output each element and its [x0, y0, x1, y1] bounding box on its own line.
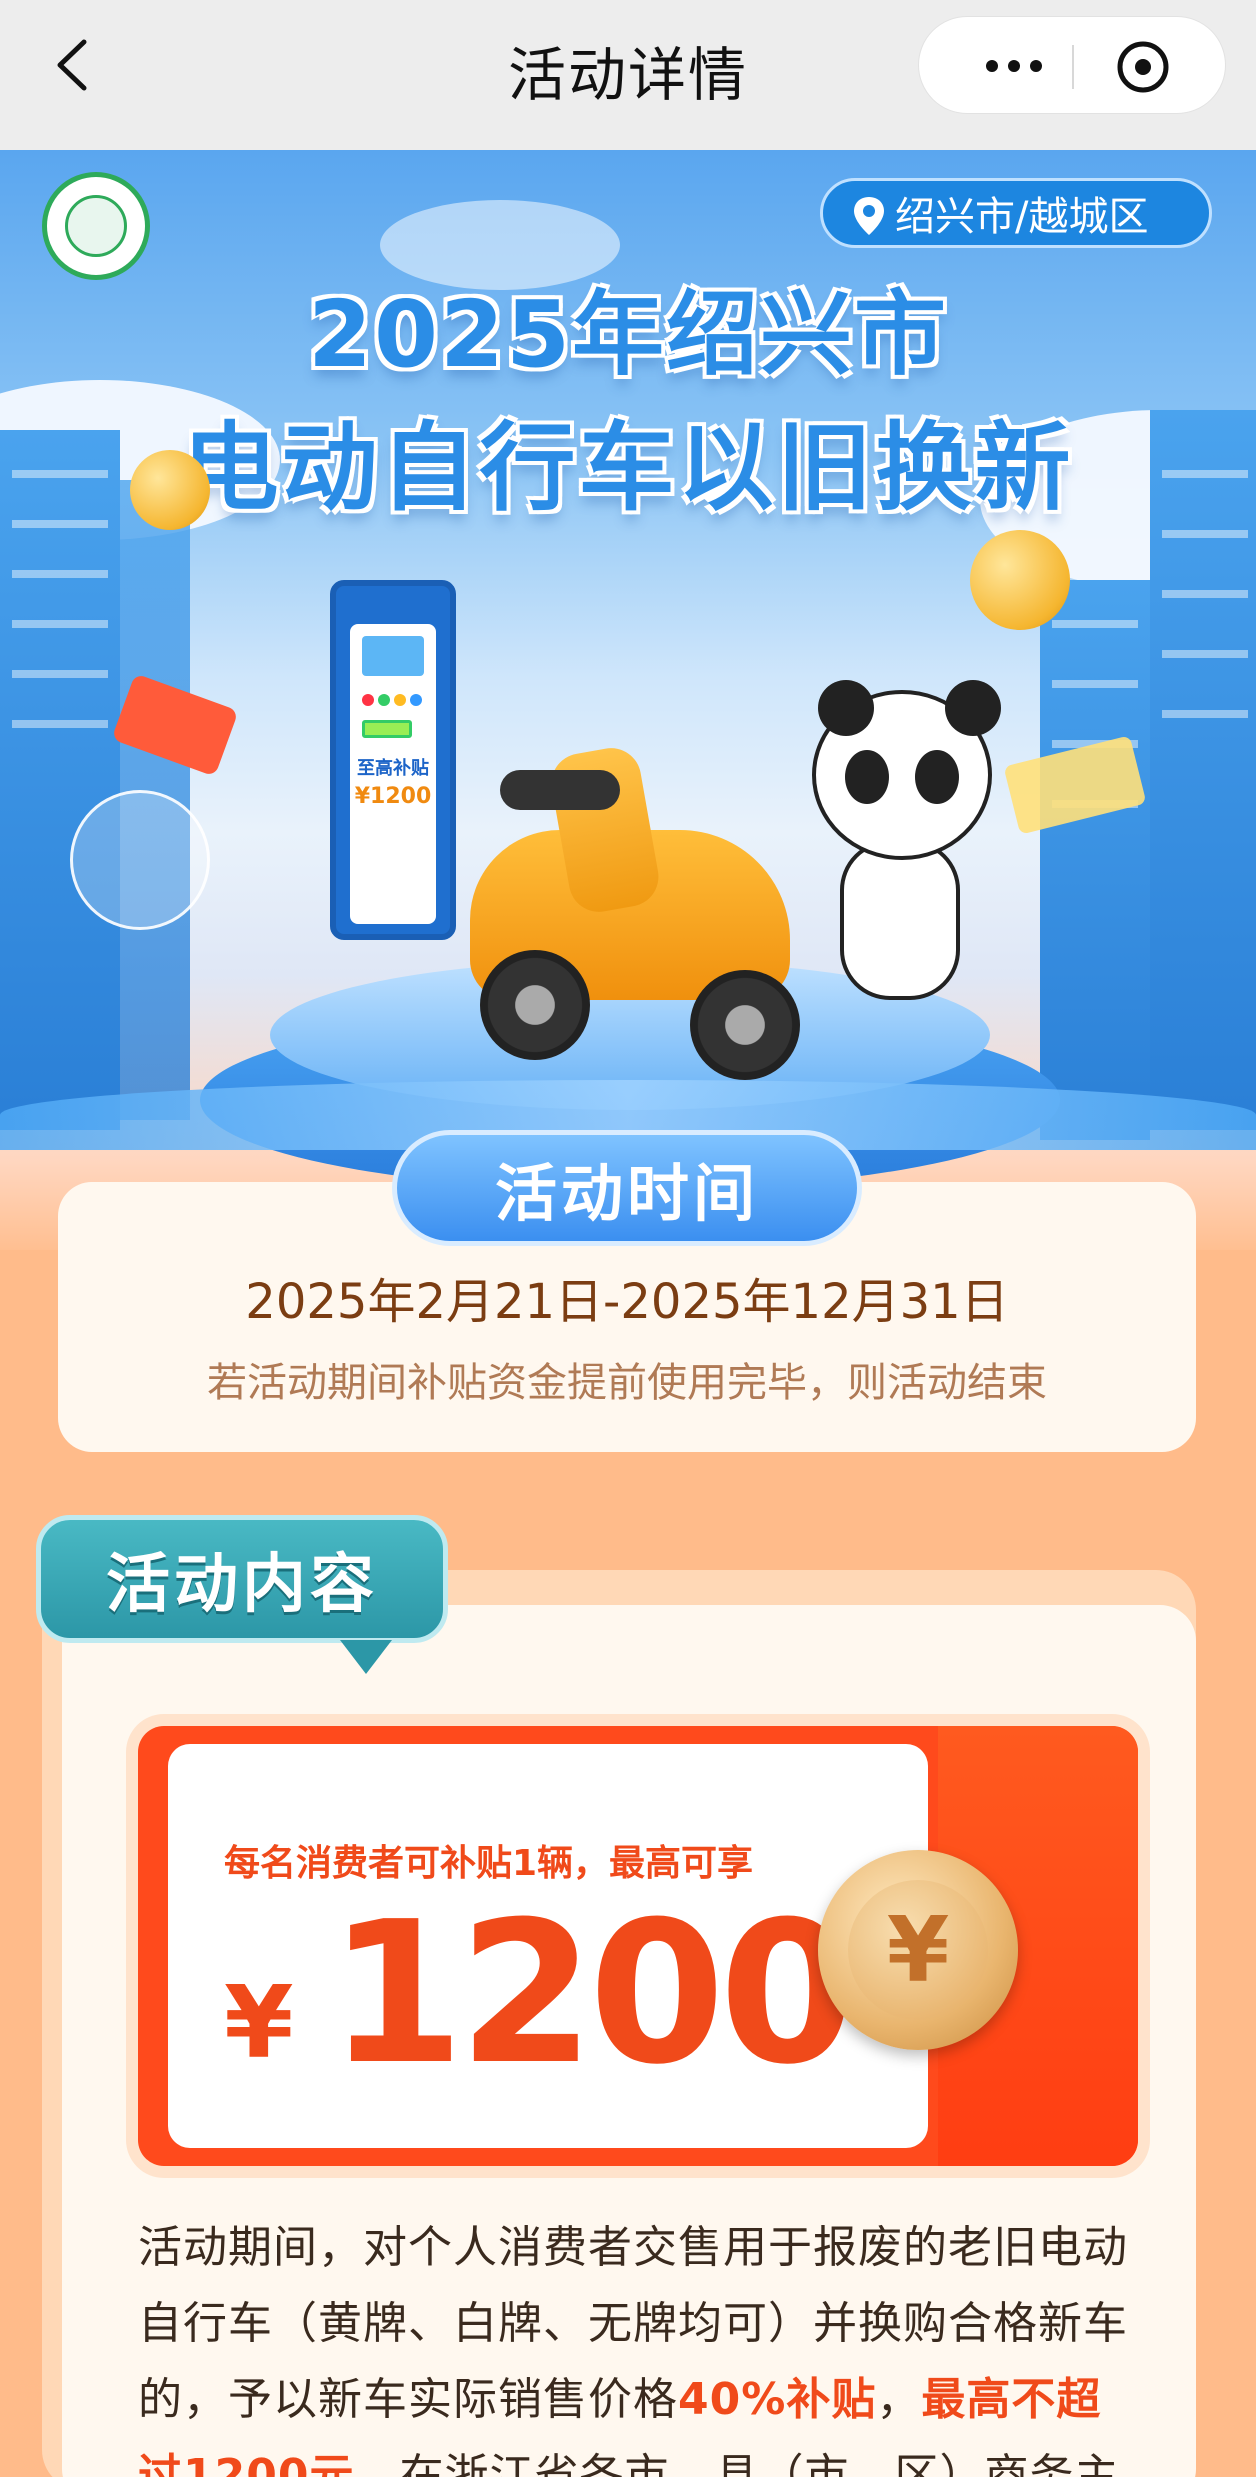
building-decoration — [0, 430, 120, 1130]
activity-description: 活动期间，对个人消费者交售用于报废的老旧电动自行车（黄牌、白牌、无牌均可）并换购… — [138, 2210, 1138, 2477]
mini-program-capsule — [918, 16, 1226, 114]
coupon-body: 每名消费者可补贴1辆，最高可享 ¥ 1200 — [168, 1744, 928, 2148]
close-icon[interactable] — [1115, 39, 1171, 95]
charging-kiosk: 至高补贴 ¥1200 — [330, 580, 456, 940]
description-text: ， — [876, 2374, 922, 2425]
coupon-amount: 1200 — [328, 1880, 856, 2108]
bubble-decoration — [70, 790, 210, 930]
coin-icon — [970, 530, 1070, 630]
activity-time-note: 若活动期间补贴资金提前使用完毕，则活动结束 — [207, 1360, 1047, 1406]
header-pointer — [340, 1640, 392, 1674]
activity-time-header: 活动时间 — [392, 1130, 862, 1246]
coin-icon — [130, 450, 210, 530]
capsule-divider — [1072, 45, 1074, 89]
activity-date-range: 2025年2月21日-2025年12月31日 — [245, 1274, 1009, 1330]
subsidy-coupon: 每名消费者可补贴1辆，最高可享 ¥ 1200 ¥ — [138, 1726, 1138, 2166]
building-decoration — [1040, 580, 1150, 1140]
nav-bar: 活动详情 — [0, 0, 1256, 150]
subsidy-rate-highlight: 40%补贴 — [678, 2374, 877, 2425]
yuan-coin-icon: ¥ — [818, 1850, 1018, 2050]
coupon-subtitle: 每名消费者可补贴1辆，最高可享 — [224, 1843, 754, 1884]
hero-title-line1: 2025年绍兴市 — [307, 281, 949, 388]
coupon-currency: ¥ — [224, 1964, 294, 2081]
kiosk-subsidy-amount: ¥1200 — [354, 784, 432, 809]
kiosk-subsidy-label: 至高补贴 — [357, 758, 429, 779]
activity-content-header: 活动内容 — [36, 1515, 448, 1643]
more-icon[interactable] — [959, 41, 1069, 91]
hero-banner: 绍兴市/越城区 2025年绍兴市 电动自行车以旧换新 至高补贴 ¥1200 — [0, 150, 1256, 1250]
location-text: 绍兴市/越城区 — [895, 194, 1149, 240]
location-selector[interactable]: 绍兴市/越城区 — [820, 178, 1212, 248]
location-pin-icon — [854, 197, 884, 235]
